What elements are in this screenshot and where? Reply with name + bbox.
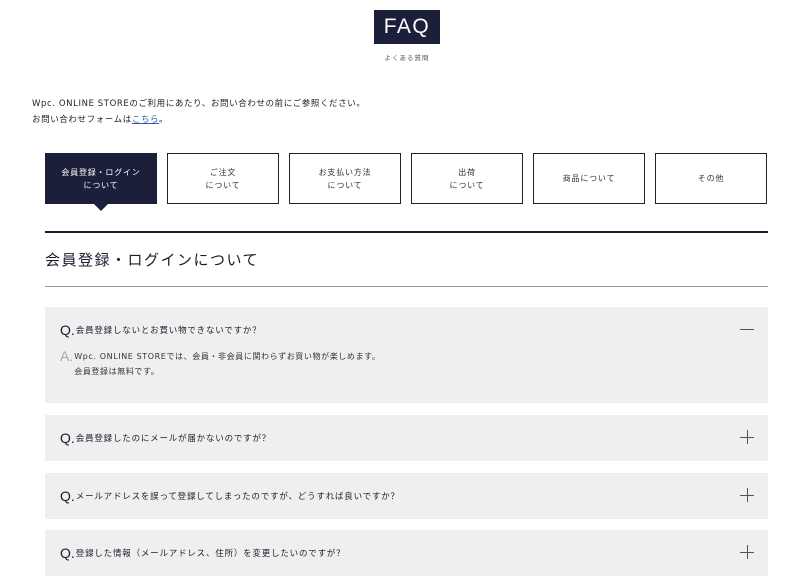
faq-question-row[interactable]: Q. メールアドレスを誤って登録してしまったのですが、どうすれば良いですか？ xyxy=(45,473,768,519)
question-mark: Q. xyxy=(60,430,75,446)
faq-item: Q. メールアドレスを誤って登録してしまったのですが、どうすれば良いですか？ xyxy=(45,473,768,519)
faq-answer: A. Wpc. ONLINE STOREでは、会員・非会員に関わらずお買い物が楽… xyxy=(45,347,768,395)
tab-label-line1: 会員登録・ログイン xyxy=(61,167,141,177)
minus-icon[interactable] xyxy=(740,322,754,336)
tab-shipping[interactable]: 出荷 について xyxy=(411,153,523,204)
tab-orders[interactable]: ご注文 について xyxy=(167,153,279,204)
question-mark: Q. xyxy=(60,545,75,561)
tab-label-line2: について xyxy=(205,180,241,190)
tab-label-line2: について xyxy=(327,180,363,190)
intro-line-2-prefix: お問い合わせフォームは xyxy=(32,115,132,125)
answer-text: Wpc. ONLINE STOREでは、会員・非会員に関わらずお買い物が楽しめま… xyxy=(74,347,380,379)
question-mark: Q. xyxy=(60,322,75,338)
answer-line-2: 会員登録は無料です。 xyxy=(74,367,160,376)
question-text: メールアドレスを誤って登録してしまったのですが、どうすれば良いですか？ xyxy=(75,492,400,502)
tab-label-line1: 出荷 xyxy=(458,167,476,177)
plus-icon[interactable] xyxy=(740,545,754,559)
answer-line-1: Wpc. ONLINE STOREでは、会員・非会員に関わらずお買い物が楽しめま… xyxy=(74,352,381,361)
faq-question-row[interactable]: Q. 登録した情報（メールアドレス、住所）を変更したいのですが？ xyxy=(45,530,768,576)
question-text: 会員登録したのにメールが届かないのですが？ xyxy=(75,434,272,444)
answer-mark: A. xyxy=(60,348,74,364)
tab-label-line1: 商品について xyxy=(562,174,616,183)
question-text: 会員登録しないとお買い物できないですか？ xyxy=(75,326,262,336)
tab-label-line1: その他 xyxy=(697,174,725,183)
question-mark: Q. xyxy=(60,488,75,504)
plus-icon[interactable] xyxy=(740,488,754,502)
tab-payment[interactable]: お支払い方法 について xyxy=(289,153,401,204)
tab-label-line1: ご注文 xyxy=(209,167,237,177)
contact-form-link[interactable]: こちら xyxy=(132,115,159,125)
tab-other[interactable]: その他 xyxy=(655,153,767,204)
tab-label-line2: について xyxy=(83,180,119,190)
faq-item: Q. 会員登録したのにメールが届かないのですが？ xyxy=(45,415,768,461)
faq-question-row[interactable]: Q. 会員登録したのにメールが届かないのですが？ xyxy=(45,415,768,461)
plus-icon[interactable] xyxy=(740,430,754,444)
category-tabs: 会員登録・ログイン について ご注文 について お支払い方法 について 出荷 に… xyxy=(45,153,768,211)
faq-item: Q. 登録した情報（メールアドレス、住所）を変更したいのですが？ xyxy=(45,530,768,576)
tab-products[interactable]: 商品について xyxy=(533,153,645,204)
intro-line-2-suffix: 。 xyxy=(159,115,169,125)
faq-subtitle: よくある質問 xyxy=(384,54,430,62)
question-text: 登録した情報（メールアドレス、住所）を変更したいのですが？ xyxy=(75,549,346,559)
intro-line-1: Wpc. ONLINE STOREのご利用にあたり、お問い合わせの前にご参照くだ… xyxy=(32,99,366,109)
tab-label-line2: について xyxy=(449,180,485,190)
section-divider-top xyxy=(45,231,768,233)
faq-item: Q. 会員登録しないとお買い物できないですか？ A. Wpc. ONLINE S… xyxy=(45,307,768,403)
tab-account-login[interactable]: 会員登録・ログイン について xyxy=(45,153,157,211)
tab-label-line1: お支払い方法 xyxy=(318,167,372,177)
intro-line-2: お問い合わせフォームはこちら。 xyxy=(32,112,365,128)
section-title: 会員登録・ログインについて xyxy=(45,251,260,269)
faq-logo: FAQ xyxy=(374,10,440,44)
section-divider-bottom xyxy=(45,286,768,287)
intro-text: Wpc. ONLINE STOREのご利用にあたり、お問い合わせの前にご参照くだ… xyxy=(32,96,365,128)
